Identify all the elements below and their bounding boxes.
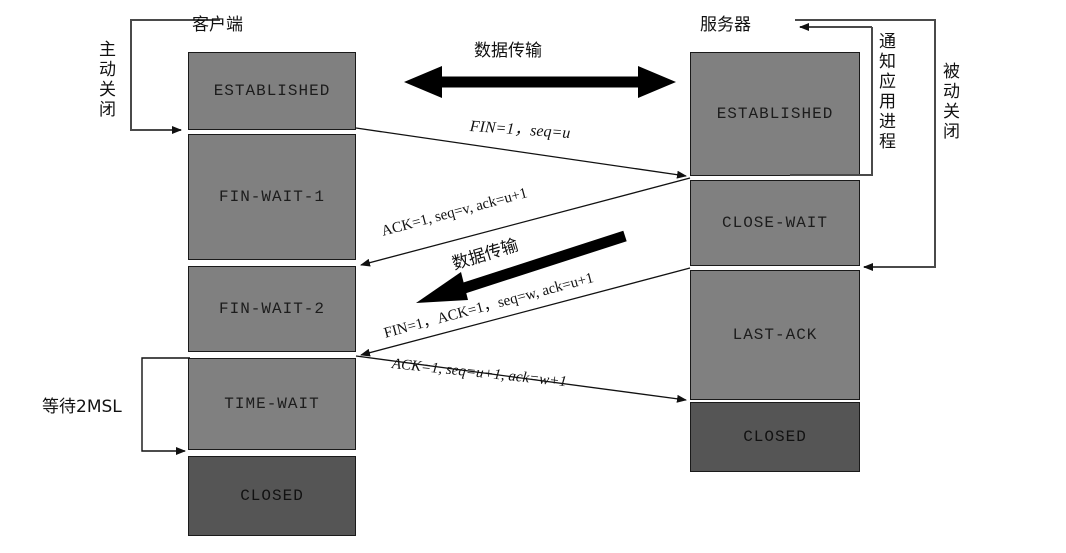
- server-state-last-ack: LAST-ACK: [690, 270, 860, 400]
- message-label-fin2: FIN=1，ACK=1，seq=w, ack=u+1: [382, 270, 596, 342]
- message-label-ack2: ACK=1, seq=u+1, ack=w+1: [391, 356, 568, 391]
- client-state-fin-wait-2: FIN-WAIT-2: [188, 266, 356, 352]
- client-state-closed: CLOSED: [188, 456, 356, 536]
- connector-overlay: [130, 19, 936, 455]
- data-transfer-arrow-top: [404, 66, 676, 98]
- state-label: FIN-WAIT-2: [218, 300, 325, 318]
- notify-app-label: 通知应用进程: [875, 32, 895, 152]
- client-state-time-wait: TIME-WAIT: [188, 358, 356, 450]
- server-state-close-wait: CLOSE-WAIT: [690, 180, 860, 266]
- state-label: CLOSED: [743, 428, 807, 446]
- state-label: FIN-WAIT-1: [218, 188, 325, 206]
- active-close-label: 主动关闭: [95, 40, 115, 120]
- server-state-closed: CLOSED: [690, 402, 860, 472]
- data-transfer-label-top: 数据传输: [474, 41, 542, 61]
- tcp-four-way-handshake-diagram: ESTABLISHED FIN-WAIT-1 FIN-WAIT-2 TIME-W…: [0, 0, 1066, 553]
- state-label: ESTABLISHED: [716, 105, 834, 123]
- state-label: ESTABLISHED: [213, 82, 331, 100]
- client-title: 客户端: [192, 15, 243, 35]
- state-label: CLOSED: [240, 487, 304, 505]
- passive-close-label: 被动关闭: [939, 62, 959, 142]
- server-state-established: ESTABLISHED: [690, 52, 860, 176]
- server-title: 服务器: [700, 15, 751, 35]
- state-label: TIME-WAIT: [224, 395, 320, 413]
- data-transfer-label-bottom: 数据传输: [449, 235, 521, 275]
- client-state-fin-wait-1: FIN-WAIT-1: [188, 134, 356, 260]
- state-label: CLOSE-WAIT: [721, 214, 828, 232]
- wait-2msl-label: 等待2MSL: [42, 397, 122, 417]
- message-label-fin1: FIN=1，seq=u: [469, 118, 571, 142]
- wait-2msl-bracket: [141, 357, 190, 455]
- state-label: LAST-ACK: [732, 326, 818, 344]
- client-state-established: ESTABLISHED: [188, 52, 356, 130]
- message-line-fin2: [360, 267, 691, 357]
